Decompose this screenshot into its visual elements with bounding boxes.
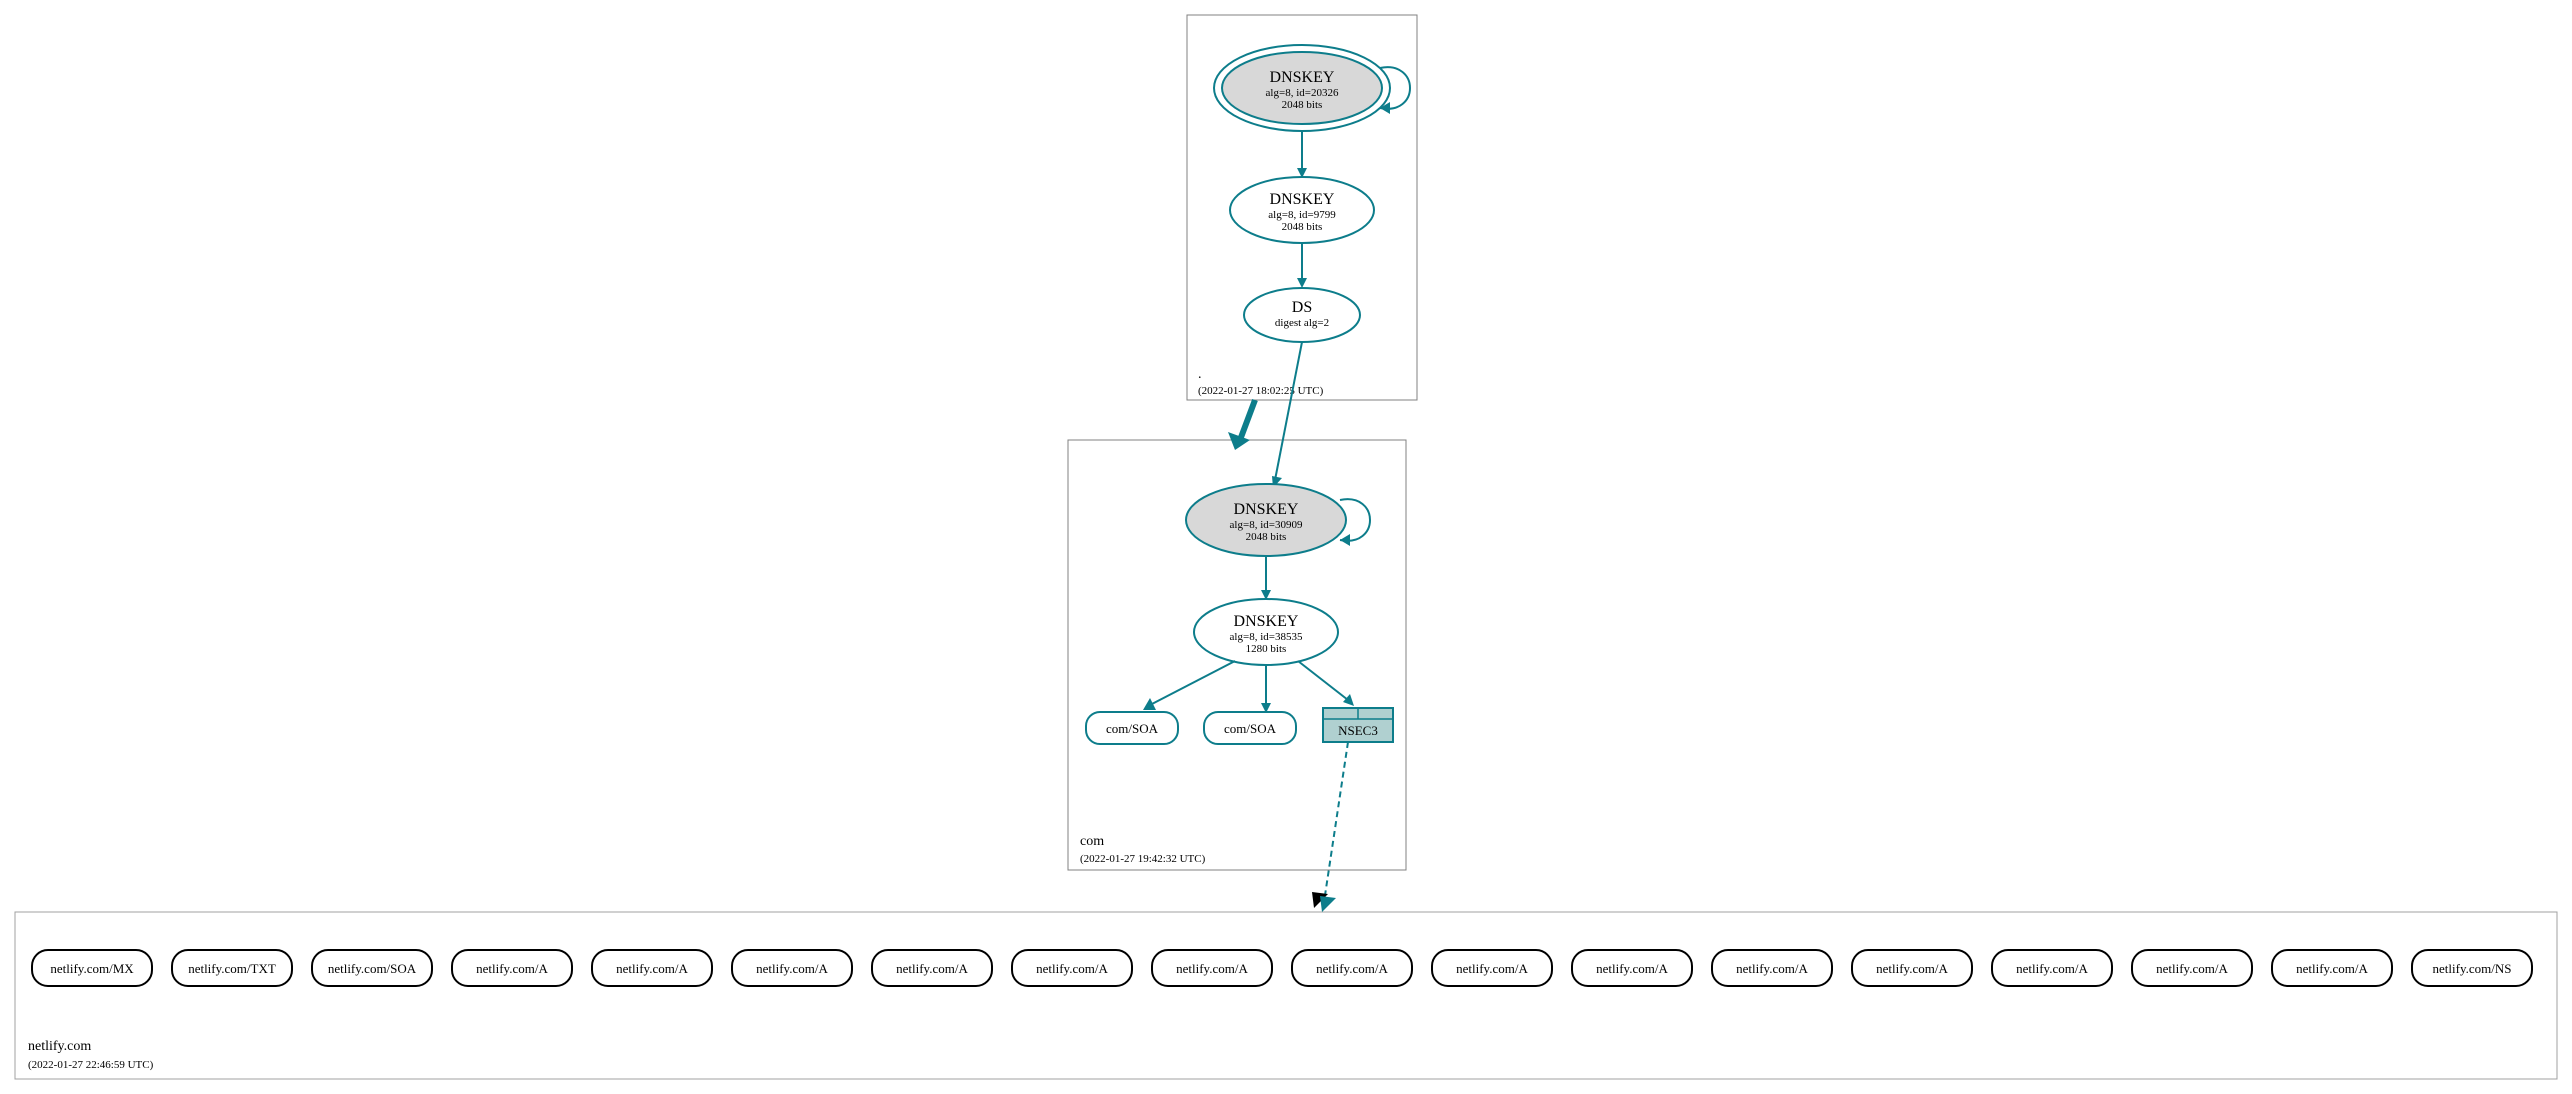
com-soa1-node: com/SOA	[1086, 712, 1178, 744]
arrow-comzsk-soa1	[1150, 661, 1235, 705]
root-ds-line1: digest alg=2	[1275, 317, 1329, 329]
com-zsk-line1: alg=8, id=38535	[1230, 631, 1303, 643]
com-soa1-label: com/SOA	[1106, 721, 1159, 736]
netlify-record-node: netlify.com/MX	[32, 950, 152, 986]
root-ksk-title: DNSKEY	[1270, 69, 1335, 86]
netlify-record-label: netlify.com/A	[756, 961, 828, 976]
com-zsk-node: DNSKEY alg=8, id=38535 1280 bits	[1194, 599, 1338, 665]
netlify-record-label: netlify.com/A	[896, 961, 968, 976]
netlify-record-label: netlify.com/MX	[50, 961, 134, 976]
root-ds-node: DS digest alg=2	[1244, 288, 1360, 342]
com-nsec3-node: NSEC3	[1323, 708, 1393, 742]
com-ksk-line2: 2048 bits	[1246, 531, 1287, 543]
root-zone-ts: (2022-01-27 18:02:25 UTC)	[1198, 385, 1324, 397]
com-zone-ts: (2022-01-27 19:42:32 UTC)	[1080, 853, 1206, 865]
root-zsk-node: DNSKEY alg=8, id=9799 2048 bits	[1230, 177, 1374, 243]
netlify-record-label: netlify.com/SOA	[328, 961, 417, 976]
netlify-zone-name: netlify.com	[28, 1039, 91, 1054]
netlify-record-node: netlify.com/SOA	[312, 950, 432, 986]
root-zsk-title: DNSKEY	[1270, 191, 1335, 208]
netlify-record-label: netlify.com/A	[2016, 961, 2088, 976]
netlify-record-node: netlify.com/A	[1432, 950, 1552, 986]
arrow-root-com-thick	[1240, 400, 1255, 440]
netlify-record-label: netlify.com/A	[1596, 961, 1668, 976]
netlify-record-label: netlify.com/A	[2296, 961, 2368, 976]
com-soa2-label: com/SOA	[1224, 721, 1277, 736]
netlify-record-node: netlify.com/NS	[2412, 950, 2532, 986]
com-ksk-line1: alg=8, id=30909	[1230, 519, 1303, 531]
root-zsk-line1: alg=8, id=9799	[1268, 209, 1336, 221]
netlify-record-node: netlify.com/A	[1012, 950, 1132, 986]
netlify-record-label: netlify.com/A	[1176, 961, 1248, 976]
netlify-record-node: netlify.com/A	[2272, 950, 2392, 986]
netlify-record-node: netlify.com/A	[592, 950, 712, 986]
netlify-zone-ts: (2022-01-27 22:46:59 UTC)	[28, 1059, 154, 1071]
arrow-ds-comksk	[1275, 342, 1302, 480]
netlify-record-label: netlify.com/A	[1036, 961, 1108, 976]
dnssec-diagram: DNSKEY alg=8, id=20326 2048 bits DNSKEY …	[0, 0, 2572, 1094]
netlify-zone-box	[15, 912, 2557, 1079]
root-zone-name: .	[1198, 367, 1202, 382]
netlify-record-label: netlify.com/A	[2156, 961, 2228, 976]
arrow-nsec3-netlify	[1324, 742, 1348, 902]
com-zsk-line2: 1280 bits	[1246, 643, 1287, 655]
netlify-record-label: netlify.com/A	[1316, 961, 1388, 976]
netlify-record-label: netlify.com/A	[1736, 961, 1808, 976]
com-soa2-node: com/SOA	[1204, 712, 1296, 744]
netlify-record-label: netlify.com/A	[1876, 961, 1948, 976]
netlify-record-node: netlify.com/A	[1292, 950, 1412, 986]
netlify-record-node: netlify.com/TXT	[172, 950, 292, 986]
root-ksk-node: DNSKEY alg=8, id=20326 2048 bits	[1214, 45, 1410, 131]
com-ksk-title: DNSKEY	[1234, 501, 1299, 518]
netlify-record-node: netlify.com/A	[1852, 950, 1972, 986]
netlify-record-node: netlify.com/A	[2132, 950, 2252, 986]
netlify-record-label: netlify.com/A	[616, 961, 688, 976]
netlify-record-label: netlify.com/A	[1456, 961, 1528, 976]
netlify-record-label: netlify.com/A	[476, 961, 548, 976]
arrow-comzsk-nsec3	[1298, 661, 1348, 700]
com-zone-name: com	[1080, 834, 1104, 849]
root-ksk-line2: 2048 bits	[1282, 99, 1323, 111]
root-ksk-line1: alg=8, id=20326	[1266, 87, 1339, 99]
root-zsk-line2: 2048 bits	[1282, 221, 1323, 233]
netlify-record-node: netlify.com/A	[1992, 950, 2112, 986]
netlify-record-node: netlify.com/A	[1572, 950, 1692, 986]
netlify-record-node: netlify.com/A	[1152, 950, 1272, 986]
netlify-record-node: netlify.com/A	[872, 950, 992, 986]
netlify-record-node: netlify.com/A	[452, 950, 572, 986]
netlify-record-label: netlify.com/NS	[2433, 961, 2512, 976]
root-ds-title: DS	[1292, 299, 1312, 316]
com-nsec3-label: NSEC3	[1338, 723, 1378, 738]
netlify-records-row: netlify.com/MX netlify.com/TXT netlify.com…	[32, 950, 2532, 986]
netlify-record-node: netlify.com/A	[1712, 950, 1832, 986]
com-zsk-title: DNSKEY	[1234, 613, 1299, 630]
com-ksk-node: DNSKEY alg=8, id=30909 2048 bits	[1186, 484, 1370, 556]
netlify-record-label: netlify.com/TXT	[188, 961, 276, 976]
netlify-record-node: netlify.com/A	[732, 950, 852, 986]
